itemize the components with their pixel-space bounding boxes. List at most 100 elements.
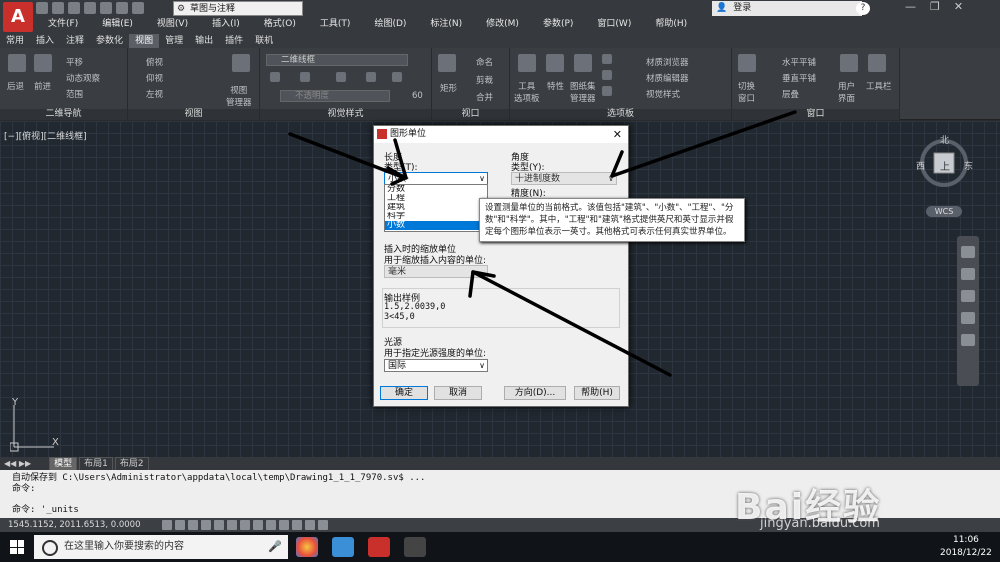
tab-view[interactable]: 视图: [129, 34, 160, 48]
rectangle-viewport-icon[interactable]: [438, 54, 456, 72]
tab-scroll-icon[interactable]: ◀◀ ▶▶: [4, 459, 31, 468]
app-icon-ie[interactable]: [332, 537, 354, 557]
ducs-icon[interactable]: [253, 520, 263, 530]
ok-button[interactable]: 确定: [380, 386, 428, 400]
osnap-icon[interactable]: [214, 520, 224, 530]
viewcube[interactable]: 北 西 东 上 WCS: [916, 131, 973, 217]
small-tool-icon[interactable]: [602, 70, 612, 80]
quick-properties-icon[interactable]: [305, 520, 315, 530]
help-button[interactable]: ?: [856, 2, 870, 15]
polar-icon[interactable]: [201, 520, 211, 530]
properties-icon[interactable]: [546, 54, 564, 72]
top-face-label[interactable]: 上: [940, 158, 950, 173]
tile-horizontal-button[interactable]: 水平平铺: [782, 56, 816, 68]
app-icon-autocad[interactable]: [368, 537, 390, 557]
save-as-icon[interactable]: [84, 2, 96, 14]
forward-icon[interactable]: [34, 54, 52, 72]
snap-icon[interactable]: [162, 520, 172, 530]
tab-output[interactable]: 输出: [189, 34, 219, 48]
restore-button[interactable]: ❐: [930, 0, 940, 13]
length-option-engineering[interactable]: 工程: [385, 194, 487, 203]
dyn-icon[interactable]: [266, 520, 276, 530]
material-icon[interactable]: [392, 72, 402, 82]
ortho-icon[interactable]: [188, 520, 198, 530]
app-icon-browser[interactable]: [296, 537, 318, 557]
direction-button[interactable]: 方向(D)...: [504, 386, 566, 400]
toolbars-icon[interactable]: [868, 54, 886, 72]
menu-help[interactable]: 帮助(H): [643, 17, 699, 32]
transparency-icon[interactable]: [292, 520, 302, 530]
showmotion-icon[interactable]: [961, 334, 975, 346]
open-file-icon[interactable]: [52, 2, 64, 14]
menu-draw[interactable]: 绘图(D): [362, 17, 418, 32]
tab-plugins[interactable]: 插件: [219, 34, 249, 48]
menu-insert[interactable]: 插入(I): [200, 17, 252, 32]
clip-viewport-button[interactable]: 剪裁: [476, 74, 493, 86]
visual-style-icon[interactable]: [270, 72, 280, 82]
small-tool-icon[interactable]: [602, 54, 612, 64]
3d-osnap-icon[interactable]: [227, 520, 237, 530]
materials-browser-button[interactable]: 材质浏览器: [646, 56, 689, 68]
command-input[interactable]: 命令: '_units: [12, 505, 79, 516]
selection-cycling-icon[interactable]: [318, 520, 328, 530]
length-option-decimal[interactable]: 小数: [385, 221, 487, 230]
pan-button[interactable]: 平移: [66, 56, 83, 68]
tab-manage[interactable]: 管理: [159, 34, 189, 48]
angle-type-combo[interactable]: 十进制度数 ∨: [511, 172, 617, 185]
named-viewport-button[interactable]: 命名: [476, 56, 493, 68]
pan-icon[interactable]: [961, 268, 975, 280]
view-manager-icon[interactable]: [232, 54, 250, 72]
viewport-controls-label[interactable]: [−][俯视][二维线框]: [4, 129, 87, 142]
tab-online[interactable]: 联机: [249, 34, 279, 48]
insertion-units-combo[interactable]: 毫米: [384, 265, 488, 278]
windows-start-icon[interactable]: [10, 540, 24, 554]
close-button[interactable]: ✕: [954, 0, 963, 13]
print-icon[interactable]: [100, 2, 112, 14]
sign-in-area[interactable]: 👤 登录: [712, 1, 862, 16]
sign-in-label[interactable]: 登录: [733, 1, 751, 16]
lineweight-icon[interactable]: [279, 520, 289, 530]
wcs-menu[interactable]: WCS: [926, 206, 962, 217]
switch-window-icon[interactable]: [738, 54, 756, 72]
redo-icon[interactable]: [132, 2, 144, 14]
taskbar-clock[interactable]: 11:06 2018/12/22: [940, 534, 992, 560]
edge-style-icon[interactable]: [300, 72, 310, 82]
undo-icon[interactable]: [116, 2, 128, 14]
menu-dimension[interactable]: 标注(N): [418, 17, 474, 32]
tool-palettes-icon[interactable]: [518, 54, 536, 72]
tab-home[interactable]: 常用: [0, 34, 30, 48]
lighting-icon[interactable]: [366, 72, 376, 82]
menu-modify[interactable]: 修改(M): [474, 17, 531, 32]
help-button[interactable]: 帮助(H): [574, 386, 620, 400]
workspace-selector[interactable]: 草图与注释: [173, 1, 303, 17]
menu-view[interactable]: 视图(V): [145, 17, 200, 32]
materials-editor-button[interactable]: 材质编辑器: [646, 72, 689, 84]
menu-file[interactable]: 文件(F): [36, 17, 90, 32]
otrack-icon[interactable]: [240, 520, 250, 530]
join-viewport-button[interactable]: 合并: [476, 91, 493, 103]
new-file-icon[interactable]: [36, 2, 48, 14]
length-option-scientific[interactable]: 科学: [385, 212, 487, 221]
dialog-close-button[interactable]: ✕: [613, 126, 622, 143]
app-icon-video[interactable]: [404, 537, 426, 557]
view-left[interactable]: 左视: [146, 88, 163, 100]
tab-annotate[interactable]: 注释: [60, 34, 90, 48]
steering-wheel-icon[interactable]: [961, 246, 975, 258]
menu-edit[interactable]: 编辑(E): [90, 17, 145, 32]
zoom-icon[interactable]: [961, 290, 975, 302]
tile-vertical-button[interactable]: 垂直平铺: [782, 72, 816, 84]
tab-layout1[interactable]: 布局1: [79, 456, 113, 471]
user-interface-icon[interactable]: [840, 54, 858, 72]
orbit-icon[interactable]: [961, 312, 975, 324]
menu-tools[interactable]: 工具(T): [308, 17, 363, 32]
small-tool-icon[interactable]: [602, 86, 612, 96]
microphone-icon[interactable]: 🎤: [268, 540, 282, 553]
visual-style-combo[interactable]: 二维线框: [266, 54, 408, 66]
tab-model[interactable]: 模型: [49, 456, 78, 471]
cancel-button[interactable]: 取消: [434, 386, 482, 400]
back-icon[interactable]: [8, 54, 26, 72]
menu-parametric[interactable]: 参数(P): [531, 17, 585, 32]
grid-icon[interactable]: [175, 520, 185, 530]
length-option-architectural[interactable]: 建筑: [385, 203, 487, 212]
length-option-fraction[interactable]: 分数: [385, 185, 487, 194]
